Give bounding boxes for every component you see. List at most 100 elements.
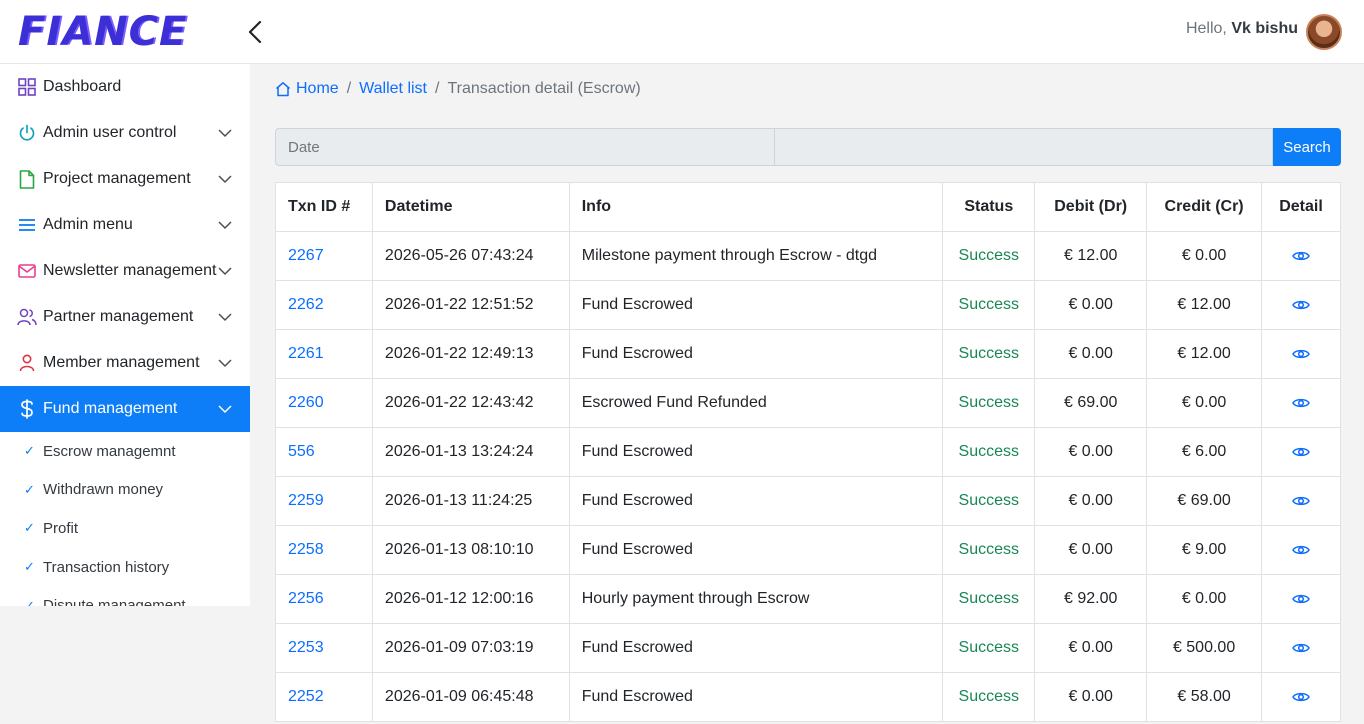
- search-input[interactable]: [775, 128, 1273, 166]
- info-cell: Fund Escrowed: [568, 525, 944, 575]
- eye-icon[interactable]: [1292, 543, 1310, 557]
- file-icon: [17, 169, 37, 189]
- sidebar-item-admin-user-control[interactable]: Admin user control: [0, 110, 250, 156]
- top-header: FIANCE Hello, Vk bishu: [0, 0, 1364, 64]
- column-header: Detail: [1261, 182, 1341, 232]
- sidebar-item-partner-management[interactable]: Partner management: [0, 294, 250, 340]
- column-header: Status: [942, 182, 1036, 232]
- status-badge: Success: [942, 231, 1036, 281]
- detail-cell: [1261, 623, 1341, 673]
- sidebar-toggle-button[interactable]: [242, 16, 268, 48]
- eye-icon[interactable]: [1292, 445, 1310, 459]
- sidebar-subitem-withdrawn-money[interactable]: ✓ Withdrawn money: [0, 471, 250, 510]
- table-row: 2262 2026-01-22 12:51:52 Fund Escrowed S…: [275, 280, 1341, 330]
- mail-icon: [17, 261, 37, 281]
- detail-cell: [1261, 427, 1341, 477]
- eye-icon[interactable]: [1292, 641, 1310, 655]
- menu-icon: [17, 215, 37, 235]
- txn-id-link[interactable]: 2261: [288, 345, 324, 362]
- sidebar-item-label: Newsletter management: [43, 262, 217, 279]
- sidebar-item-fund-management[interactable]: Fund management: [0, 386, 250, 432]
- breadcrumb-home-link[interactable]: Home: [296, 80, 339, 98]
- sidebar-item-dashboard[interactable]: Dashboard: [0, 64, 250, 110]
- column-header: Datetime: [371, 182, 570, 232]
- detail-cell: [1261, 672, 1341, 722]
- sidebar-item-label: Project management: [43, 170, 191, 187]
- sidebar-subitem-dispute-management[interactable]: ✓ Dispute management: [0, 586, 250, 606]
- table-row: 2256 2026-01-12 12:00:16 Hourly payment …: [275, 574, 1341, 624]
- datetime-cell: 2026-01-12 12:00:16: [371, 574, 570, 624]
- eye-icon[interactable]: [1292, 396, 1310, 410]
- detail-cell: [1261, 231, 1341, 281]
- info-cell: Escrowed Fund Refunded: [568, 378, 944, 428]
- txn-id-link[interactable]: 2260: [288, 394, 324, 411]
- eye-icon[interactable]: [1292, 347, 1310, 361]
- datetime-cell: 2026-01-13 08:10:10: [371, 525, 570, 575]
- breadcrumb-separator: /: [435, 80, 440, 97]
- txn-id-link[interactable]: 2256: [288, 590, 324, 607]
- breadcrumb: Home / Wallet list / Transaction detail …: [275, 78, 641, 100]
- sidebar-item-project-management[interactable]: Project management: [0, 156, 250, 202]
- date-input[interactable]: [275, 128, 775, 166]
- txn-id-link[interactable]: 2258: [288, 541, 324, 558]
- check-icon: ✓: [24, 559, 35, 575]
- avatar[interactable]: [1306, 14, 1342, 50]
- datetime-cell: 2026-05-26 07:43:24: [371, 231, 570, 281]
- datetime-cell: 2026-01-22 12:51:52: [371, 280, 570, 330]
- eye-icon[interactable]: [1292, 494, 1310, 508]
- chevron-down-icon: [218, 129, 232, 138]
- sidebar-subitem-escrow[interactable]: ✓ Escrow managemnt: [0, 432, 250, 471]
- info-cell: Fund Escrowed: [568, 280, 944, 330]
- detail-cell: [1261, 280, 1341, 330]
- eye-icon[interactable]: [1292, 298, 1310, 312]
- status-badge: Success: [942, 623, 1036, 673]
- sidebar: Dashboard Admin user control Project man…: [0, 64, 250, 606]
- sidebar-subitem-transaction-history[interactable]: ✓ Transaction history: [0, 548, 250, 587]
- debit-cell: € 0.00: [1034, 623, 1148, 673]
- user-icon: [17, 353, 37, 373]
- table-row: 2261 2026-01-22 12:49:13 Fund Escrowed S…: [275, 329, 1341, 379]
- info-cell: Milestone payment through Escrow - dtgd: [568, 231, 944, 281]
- breadcrumb-wallet-link[interactable]: Wallet list: [359, 80, 427, 98]
- detail-cell: [1261, 329, 1341, 379]
- debit-cell: € 0.00: [1034, 280, 1148, 330]
- txn-id-link[interactable]: 2267: [288, 247, 324, 264]
- sidebar-item-member-management[interactable]: Member management: [0, 340, 250, 386]
- debit-cell: € 0.00: [1034, 672, 1148, 722]
- eye-icon[interactable]: [1292, 249, 1310, 263]
- credit-cell: € 0.00: [1146, 231, 1263, 281]
- table-row: 2260 2026-01-22 12:43:42 Escrowed Fund R…: [275, 378, 1341, 428]
- eye-icon[interactable]: [1292, 592, 1310, 606]
- transaction-table-container: Txn ID # Datetime Info Status Debit (Dr)…: [275, 182, 1341, 722]
- search-button[interactable]: Search: [1273, 128, 1341, 166]
- breadcrumb-separator: /: [346, 80, 352, 97]
- detail-cell: [1261, 476, 1341, 526]
- credit-cell: € 0.00: [1146, 574, 1263, 624]
- debit-cell: € 12.00: [1034, 231, 1148, 281]
- table-row: 2252 2026-01-09 06:45:48 Fund Escrowed S…: [275, 672, 1341, 722]
- credit-cell: € 6.00: [1146, 427, 1263, 477]
- detail-cell: [1261, 574, 1341, 624]
- txn-id-link[interactable]: 556: [288, 443, 315, 460]
- sidebar-subitem-profit[interactable]: ✓ Profit: [0, 509, 250, 548]
- info-cell: Fund Escrowed: [568, 476, 944, 526]
- info-cell: Fund Escrowed: [568, 623, 944, 673]
- txn-id-link[interactable]: 2252: [288, 688, 324, 705]
- debit-cell: € 0.00: [1034, 329, 1148, 379]
- sidebar-item-newsletter-management[interactable]: Newsletter management: [0, 248, 250, 294]
- check-icon: ✓: [24, 520, 35, 536]
- txn-id-link[interactable]: 2262: [288, 296, 324, 313]
- info-cell: Fund Escrowed: [568, 427, 944, 477]
- debit-cell: € 69.00: [1034, 378, 1148, 428]
- credit-cell: € 69.00: [1146, 476, 1263, 526]
- eye-icon[interactable]: [1292, 690, 1310, 704]
- info-cell: Fund Escrowed: [568, 672, 944, 722]
- search-bar: Search: [275, 128, 1341, 166]
- sidebar-item-admin-menu[interactable]: Admin menu: [0, 202, 250, 248]
- logo-text: FIANCE: [18, 9, 188, 55]
- txn-id-link[interactable]: 2259: [288, 492, 324, 509]
- status-badge: Success: [942, 574, 1036, 624]
- check-icon: ✓: [24, 443, 35, 459]
- app-logo[interactable]: FIANCE: [18, 8, 187, 56]
- txn-id-link[interactable]: 2253: [288, 639, 324, 656]
